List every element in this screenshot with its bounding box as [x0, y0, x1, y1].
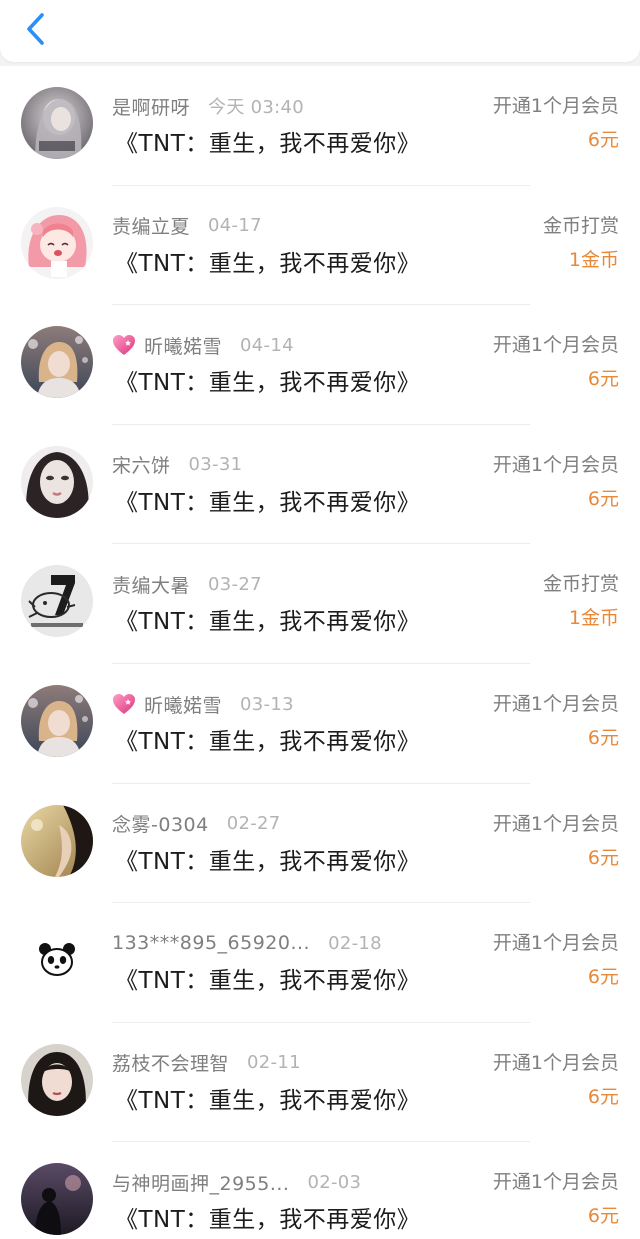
book-title: 《TNT：重生，我不再爱你》 — [115, 968, 421, 995]
record-amount: 6元 — [587, 1085, 619, 1108]
record-row[interactable]: 责编立夏 04-17 《TNT：重生，我不再爱你》 金币打赏 1金币 — [0, 186, 640, 306]
record-amount: 1金币 — [568, 607, 619, 630]
avatar-image — [21, 804, 93, 877]
record-meta: 与神明画押_2955... 02-03 — [112, 1167, 361, 1197]
record-amount: 6元 — [587, 966, 619, 989]
book-title: 《TNT：重生，我不再爱你》 — [115, 609, 421, 636]
record-time: 03-13 — [240, 693, 294, 715]
avatar[interactable] — [21, 445, 93, 518]
book-title: 《TNT：重生，我不再爱你》 — [115, 848, 421, 875]
avatar[interactable] — [21, 87, 93, 159]
record-time: 02-11 — [247, 1052, 301, 1074]
avatar-image — [21, 565, 93, 638]
record-row[interactable]: 责编大暑 03-27 《TNT：重生，我不再爱你》 金币打赏 1金币 — [0, 544, 640, 664]
record-amount: 1金币 — [568, 248, 619, 271]
avatar[interactable] — [21, 1163, 93, 1236]
record-meta: 昕曦婼雪 03-13 — [112, 689, 294, 719]
chevron-left-icon — [27, 13, 44, 45]
avatar[interactable] — [21, 924, 93, 997]
back-button[interactable] — [16, 8, 56, 50]
record-action: 开通1个月会员 — [492, 932, 619, 955]
avatar-image — [21, 326, 93, 399]
record-meta: 念雾-0304 02-27 — [112, 809, 281, 839]
user-name[interactable]: 昕曦婼雪 — [144, 691, 222, 718]
record-action: 开通1个月会员 — [492, 1051, 619, 1074]
book-title: 《TNT：重生，我不再爱你》 — [115, 489, 421, 516]
avatar-image — [21, 685, 93, 757]
avatar[interactable] — [21, 685, 93, 757]
record-action: 开通1个月会员 — [492, 1171, 619, 1194]
avatar-image — [21, 1163, 93, 1236]
book-title: 《TNT：重生，我不再爱你》 — [115, 1207, 421, 1234]
top-bar — [0, 0, 640, 62]
book-title: 《TNT：重生，我不再爱你》 — [115, 370, 421, 397]
record-time: 今天 03:40 — [208, 97, 305, 118]
avatar[interactable] — [21, 1043, 93, 1116]
user-name[interactable]: 宋六饼 — [112, 451, 171, 478]
record-meta: 昕曦婼雪 04-14 — [112, 330, 294, 360]
record-meta: 是啊研呀 今天 03:40 — [112, 91, 304, 121]
avatar-image — [21, 87, 93, 159]
record-amount: 6元 — [587, 129, 619, 151]
record-action: 金币打赏 — [542, 214, 619, 237]
avatar-image — [21, 206, 93, 279]
user-name[interactable]: 与神明画押_2955... — [112, 1169, 289, 1196]
record-meta: 责编立夏 04-17 — [112, 211, 262, 241]
record-row[interactable]: 昕曦婼雪 03-13 《TNT：重生，我不再爱你》 开通1个月会员 6元 — [0, 664, 640, 784]
record-meta: 荔枝不会理智 02-11 — [112, 1048, 301, 1078]
record-meta: 133***895_65920... 02-18 — [112, 928, 382, 958]
record-amount: 6元 — [587, 368, 619, 391]
user-name[interactable]: 是啊研呀 — [112, 93, 190, 120]
avatar-image — [21, 924, 93, 997]
user-name[interactable]: 责编立夏 — [112, 212, 190, 239]
avatar[interactable] — [21, 206, 93, 279]
user-name[interactable]: 昕曦婼雪 — [144, 332, 222, 359]
record-row[interactable]: 是啊研呀 今天 03:40 《TNT：重生，我不再爱你》 开通1个月会员 6元 — [0, 66, 640, 186]
record-action: 开通1个月会员 — [492, 693, 619, 715]
record-row[interactable]: 荔枝不会理智 02-11 《TNT：重生，我不再爱你》 开通1个月会员 6元 — [0, 1023, 640, 1143]
user-name[interactable]: 念雾-0304 — [112, 810, 209, 837]
avatar-image — [21, 1043, 93, 1116]
heart-badge-icon — [112, 693, 136, 715]
record-row[interactable]: 宋六饼 03-31 《TNT：重生，我不再爱你》 开通1个月会员 6元 — [0, 425, 640, 545]
avatar[interactable] — [21, 326, 93, 399]
record-amount: 6元 — [587, 727, 619, 749]
avatar-image — [21, 445, 93, 518]
record-amount: 6元 — [587, 1205, 619, 1228]
record-row[interactable]: 与神明画押_2955... 02-03 《TNT：重生，我不再爱你》 开通1个月会员 6… — [0, 1142, 640, 1239]
record-row[interactable]: 念雾-0304 02-27 《TNT：重生，我不再爱你》 开通1个月会员 6元 — [0, 784, 640, 904]
book-title: 《TNT：重生，我不再爱你》 — [115, 729, 421, 755]
record-action: 开通1个月会员 — [492, 453, 619, 476]
book-title: 《TNT：重生，我不再爱你》 — [115, 250, 421, 277]
record-row[interactable]: 133***895_65920... 02-18 《TNT：重生，我不再爱你》 开通1… — [0, 903, 640, 1023]
book-title: 《TNT：重生，我不再爱你》 — [115, 1087, 421, 1114]
record-amount: 6元 — [587, 846, 619, 869]
record-action: 开通1个月会员 — [492, 812, 619, 835]
record-amount: 6元 — [587, 487, 619, 510]
avatar[interactable] — [21, 804, 93, 877]
record-action: 金币打赏 — [542, 573, 619, 596]
book-title: 《TNT：重生，我不再爱你》 — [115, 131, 421, 157]
heart-badge-icon — [112, 334, 136, 356]
user-name[interactable]: 133***895_65920... — [112, 932, 310, 954]
user-name[interactable]: 荔枝不会理智 — [112, 1049, 229, 1076]
record-time: 03-31 — [188, 454, 243, 476]
record-meta: 责编大暑 03-27 — [112, 569, 262, 599]
record-list: 是啊研呀 今天 03:40 《TNT：重生，我不再爱你》 开通1个月会员 6元 责编立夏… — [0, 66, 640, 1239]
record-time: 04-14 — [240, 334, 294, 356]
record-row[interactable]: 昕曦婼雪 04-14 《TNT：重生，我不再爱你》 开通1个月会员 6元 — [0, 305, 640, 425]
record-time: 03-27 — [208, 573, 262, 595]
record-action: 开通1个月会员 — [492, 95, 619, 117]
record-time: 04-17 — [208, 215, 262, 237]
record-time: 02-03 — [307, 1171, 362, 1193]
record-time: 02-27 — [226, 813, 281, 835]
record-action: 开通1个月会员 — [492, 334, 619, 357]
record-meta: 宋六饼 03-31 — [112, 450, 242, 480]
record-time: 02-18 — [328, 932, 382, 954]
avatar[interactable] — [21, 565, 93, 638]
user-name[interactable]: 责编大暑 — [112, 571, 190, 598]
